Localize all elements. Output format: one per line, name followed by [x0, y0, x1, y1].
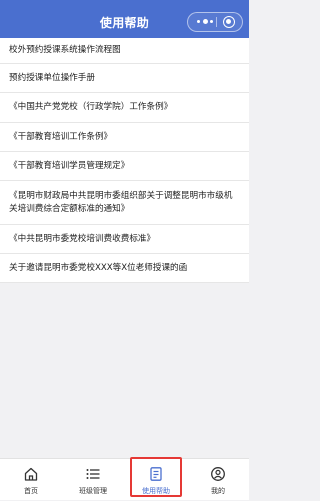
list-icon	[86, 469, 100, 479]
tab-label: 我的	[211, 487, 225, 495]
list-item-label: 校外预约授课系统操作流程图	[9, 45, 121, 55]
list-item-label: 《中共昆明市委党校培训费收费标准》	[9, 233, 156, 244]
list-item[interactable]: 预约授课单位操作手册	[0, 64, 249, 93]
list-item-label: 关于邀请昆明市委党校XXX等X位老师授课的函	[9, 262, 188, 273]
list-item[interactable]: 《昆明市财政局中共昆明市委组织部关于调整昆明市市级机关培训费综合定额标准的通知》	[0, 181, 249, 225]
miniprogram-capsule	[187, 12, 243, 32]
tab-bar: 首页 班级管理 使用帮助 我的	[0, 458, 249, 500]
tab-class-management[interactable]: 班级管理	[62, 459, 124, 501]
list-item[interactable]: 校外预约授课系统操作流程图	[0, 38, 249, 64]
tab-label: 首页	[24, 487, 38, 495]
home-icon	[24, 467, 38, 481]
list-item[interactable]: 《干部教育培训工作条例》	[0, 123, 249, 152]
list-item[interactable]: 《中共昆明市委党校培训费收费标准》	[0, 225, 249, 254]
list-item[interactable]: 关于邀请昆明市委党校XXX等X位老师授课的函	[0, 254, 249, 283]
list-item-label: 《干部教育培训工作条例》	[9, 131, 113, 142]
highlight-box	[130, 457, 182, 497]
tab-home[interactable]: 首页	[0, 459, 62, 501]
more-icon[interactable]	[197, 18, 215, 26]
list-item-label: 《中国共产党党校（行政学院）工作条例》	[9, 102, 173, 112]
tab-mine[interactable]: 我的	[187, 459, 249, 501]
user-icon	[211, 467, 225, 481]
list-item-label: 预约授课单位操作手册	[9, 72, 95, 83]
close-icon[interactable]	[223, 16, 235, 28]
tab-label: 班级管理	[79, 487, 107, 495]
list-item[interactable]: 《干部教育培训学员管理规定》	[0, 152, 249, 181]
help-document-list: 校外预约授课系统操作流程图 预约授课单位操作手册 《中国共产党党校（行政学院）工…	[0, 38, 249, 283]
navigation-bar: 使用帮助	[0, 6, 249, 38]
capsule-divider	[216, 17, 217, 27]
list-item[interactable]: 《中国共产党党校（行政学院）工作条例》	[0, 93, 249, 123]
list-item-label: 《昆明市财政局中共昆明市委组织部关于调整昆明市市级机关培训费综合定额标准的通知》	[9, 190, 233, 214]
list-item-label: 《干部教育培训学员管理规定》	[9, 160, 130, 171]
